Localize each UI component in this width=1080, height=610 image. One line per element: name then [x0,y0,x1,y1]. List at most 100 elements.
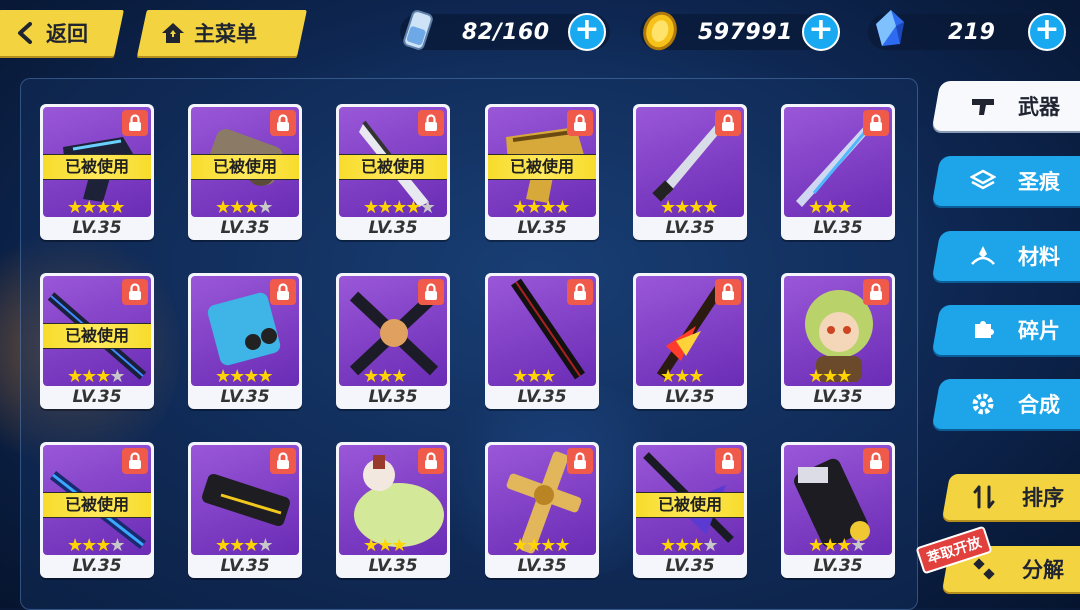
dismantle-label: 分解 [1022,558,1064,582]
sort-button[interactable]: 排序 [941,474,1080,520]
stigmata-icon [970,168,996,194]
star-icon: ★ [702,535,718,556]
tab-material[interactable]: 材料 [931,231,1080,281]
weapon-card[interactable]: ★★★★ LV.35 [485,442,599,578]
add-coins-button[interactable]: + [802,13,840,51]
lock-icon[interactable] [715,448,741,474]
lock-icon[interactable] [270,279,296,305]
lock-icon[interactable] [418,110,444,136]
equipped-banner: 已被使用 [43,492,151,518]
star-icon: ★ [95,197,111,218]
gun-icon [970,93,996,119]
weapon-card[interactable]: ★★★ LV.35 [336,442,450,578]
star-icon: ★ [377,535,393,556]
weapon-card[interactable]: ★★★★ LV.35 [633,104,747,240]
rarity-stars: ★★★ [660,366,704,387]
weapon-card[interactable]: ★★★ LV.35 [781,104,895,240]
equipped-banner: 已被使用 [488,154,596,180]
rarity-stars: ★★★ [808,366,852,387]
tab-stigmata[interactable]: 圣痕 [931,156,1080,206]
weapon-card[interactable]: 已被使用 ★★★★ LV.35 [40,104,154,240]
tab-label: 材料 [1018,245,1060,269]
star-icon: ★ [95,366,111,387]
puzzle-icon [970,317,996,343]
star-icon: ★ [419,197,436,218]
star-icon: ★ [688,366,704,387]
lock-icon[interactable] [567,279,593,305]
lock-icon[interactable] [863,279,889,305]
weapon-card[interactable]: ★★★ LV.35 [781,273,895,409]
lock-icon[interactable] [863,448,889,474]
lock-icon[interactable] [122,279,148,305]
main-menu-label: 主菜单 [194,22,257,46]
home-icon [160,20,186,46]
tab-puzzle[interactable]: 碎片 [931,305,1080,355]
star-icon: ★ [836,197,852,218]
add-crystals-button[interactable]: + [1028,13,1066,51]
weapon-card[interactable]: ★★★★ LV.35 [188,273,302,409]
equipped-banner: 已被使用 [636,492,744,518]
lock-icon[interactable] [418,448,444,474]
weapon-card[interactable]: 已被使用 ★★★★ LV.35 [485,104,599,240]
rarity-stars: ★★★ [512,366,556,387]
sort-icon [972,485,996,509]
star-icon: ★ [391,197,407,218]
star-icon: ★ [688,197,704,218]
lock-icon[interactable] [567,448,593,474]
stamina-icon [402,8,434,56]
weapon-card[interactable]: 已被使用 ★★★★ LV.35 [188,104,302,240]
star-icon: ★ [554,197,570,218]
star-icon: ★ [540,366,556,387]
star-icon: ★ [688,535,704,556]
lock-icon[interactable] [122,110,148,136]
weapon-card[interactable]: 已被使用 ★★★★★ LV.35 [336,104,450,240]
equipped-banner: 已被使用 [191,154,299,180]
lock-icon[interactable] [863,110,889,136]
star-icon: ★ [540,197,556,218]
weapon-level: LV.35 [517,387,567,407]
weapon-level: LV.35 [517,218,567,238]
rarity-stars: ★★★★ [660,197,719,218]
back-button[interactable]: 返回 [0,10,124,56]
star-icon: ★ [229,535,245,556]
material-icon [970,243,996,269]
weapon-card[interactable]: 已被使用 ★★★★ LV.35 [40,442,154,578]
star-icon: ★ [808,197,824,218]
main-menu-button[interactable]: 主菜单 [137,10,307,56]
add-stamina-button[interactable]: + [568,13,606,51]
star-icon: ★ [674,197,690,218]
weapon-card[interactable]: ★★★ LV.35 [633,273,747,409]
weapon-level: LV.35 [665,556,715,576]
star-icon: ★ [822,535,838,556]
weapon-card[interactable]: ★★★ LV.35 [336,273,450,409]
weapon-card[interactable]: 已被使用 ★★★★ LV.35 [633,442,747,578]
weapon-card[interactable]: ★★★ LV.35 [485,273,599,409]
star-icon: ★ [526,366,542,387]
crystal-counter: 219 + [868,10,1068,51]
equipped-banner: 已被使用 [339,154,447,180]
lock-icon[interactable] [715,279,741,305]
weapon-card[interactable]: ★★★★ LV.35 [781,442,895,578]
lock-icon[interactable] [270,448,296,474]
tab-gear[interactable]: 合成 [931,379,1080,429]
star-icon: ★ [67,366,83,387]
lock-icon[interactable] [418,279,444,305]
lock-icon[interactable] [715,110,741,136]
rarity-stars: ★★★★★ [363,197,436,218]
star-icon: ★ [674,366,690,387]
star-icon: ★ [215,535,231,556]
lock-icon[interactable] [567,110,593,136]
weapon-card[interactable]: ★★★★ LV.35 [188,442,302,578]
star-icon: ★ [526,535,542,556]
lock-icon[interactable] [122,448,148,474]
star-icon: ★ [512,197,528,218]
star-icon: ★ [363,366,379,387]
star-icon: ★ [363,197,379,218]
weapon-card[interactable]: 已被使用 ★★★★ LV.35 [40,273,154,409]
star-icon: ★ [215,197,231,218]
tab-gun[interactable]: 武器 [931,81,1080,131]
star-icon: ★ [808,366,824,387]
star-icon: ★ [229,366,245,387]
weapon-level: LV.35 [368,387,418,407]
lock-icon[interactable] [270,110,296,136]
